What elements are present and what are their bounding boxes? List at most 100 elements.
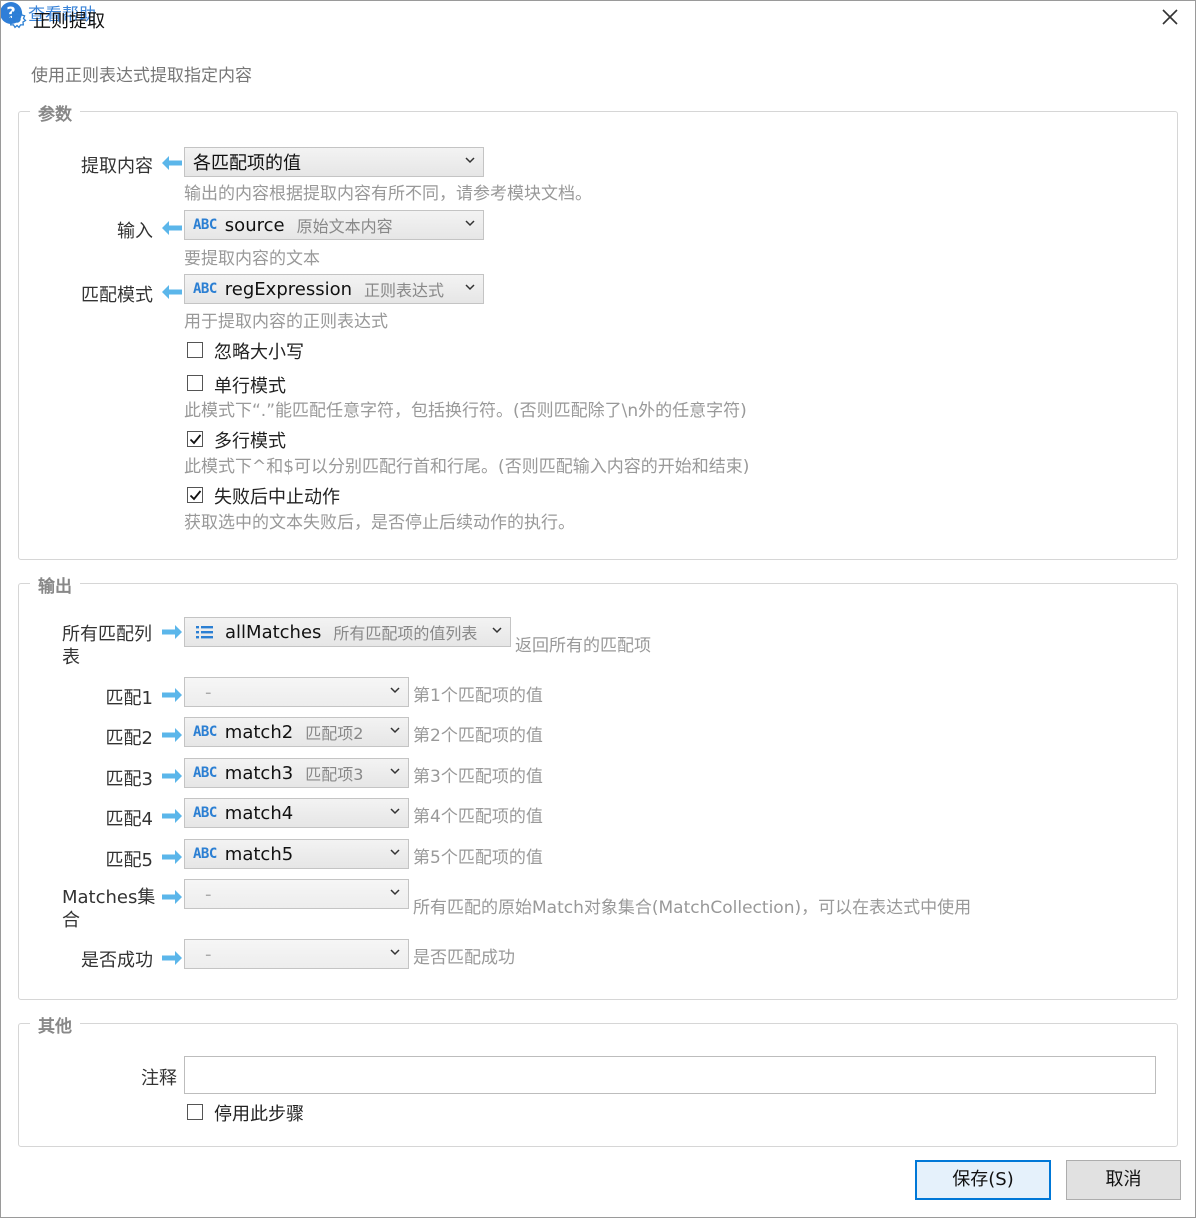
match2-select[interactable]: ABC match2 匹配项2 bbox=[184, 717, 409, 747]
extract-select[interactable]: 各匹配项的值 bbox=[184, 147, 484, 177]
matches-collection-select[interactable]: - bbox=[184, 879, 409, 909]
ignore-case-label: 忽略大小写 bbox=[214, 342, 304, 363]
input-arrow-icon bbox=[162, 285, 182, 299]
success-value: - bbox=[205, 943, 212, 965]
text-type-icon: ABC bbox=[193, 805, 217, 821]
dialog-subtitle: 使用正则表达式提取指定内容 bbox=[31, 66, 252, 86]
params-group-title: 参数 bbox=[30, 100, 80, 125]
stop-on-fail-hint: 获取选中的文本失败后，是否停止后续动作的执行。 bbox=[184, 513, 575, 533]
output-arrow-icon bbox=[162, 890, 182, 904]
chevron-down-icon bbox=[390, 727, 400, 734]
success-hint: 是否匹配成功 bbox=[413, 948, 515, 968]
text-type-icon: ABC bbox=[193, 724, 217, 740]
extract-label: 提取内容 bbox=[81, 156, 153, 177]
match5-label: 匹配5 bbox=[105, 850, 153, 871]
chevron-down-icon bbox=[465, 284, 475, 291]
chevron-down-icon bbox=[390, 808, 400, 815]
window-title: 正则提取 bbox=[33, 11, 105, 32]
chevron-down-icon bbox=[390, 949, 400, 956]
pattern-variable-desc: 正则表达式 bbox=[364, 281, 445, 300]
match1-select[interactable]: - bbox=[184, 677, 409, 707]
extract-select-value: 各匹配项的值 bbox=[193, 153, 301, 174]
multi-line-label: 多行模式 bbox=[214, 431, 286, 452]
note-label: 注释 bbox=[141, 1068, 177, 1089]
pattern-label: 匹配模式 bbox=[81, 285, 153, 306]
single-line-label: 单行模式 bbox=[214, 376, 286, 397]
checkmark-icon bbox=[189, 490, 202, 501]
save-button[interactable]: 保存(S) bbox=[915, 1160, 1051, 1200]
all-matches-label: 所有匹配列表 bbox=[62, 624, 152, 668]
chevron-down-icon bbox=[465, 220, 475, 227]
stop-on-fail-label: 失败后中止动作 bbox=[214, 487, 340, 508]
chevron-down-icon bbox=[390, 849, 400, 856]
text-type-icon: ABC bbox=[193, 765, 217, 781]
success-select[interactable]: - bbox=[184, 939, 409, 969]
match1-label: 匹配1 bbox=[105, 688, 153, 709]
match4-value: match4 bbox=[224, 802, 294, 824]
list-icon bbox=[196, 626, 213, 639]
output-arrow-icon bbox=[162, 688, 182, 702]
matches-collection-hint: 所有匹配的原始Match对象集合(MatchCollection)，可以在表达式… bbox=[413, 898, 972, 918]
output-arrow-icon bbox=[162, 728, 182, 742]
chevron-down-icon bbox=[390, 687, 400, 694]
close-button[interactable] bbox=[1158, 4, 1182, 30]
match1-value: - bbox=[205, 681, 212, 703]
ignore-case-checkbox[interactable] bbox=[187, 342, 203, 358]
match5-hint: 第5个匹配项的值 bbox=[413, 848, 543, 868]
match4-select[interactable]: ABC match4 bbox=[184, 798, 409, 828]
match3-label: 匹配3 bbox=[105, 769, 153, 790]
match3-value: match3 bbox=[224, 762, 294, 784]
match2-label: 匹配2 bbox=[105, 728, 153, 749]
cancel-button[interactable]: 取消 bbox=[1066, 1160, 1181, 1200]
pattern-variable-select[interactable]: ABC regExpression 正则表达式 bbox=[184, 274, 484, 304]
text-type-icon: ABC bbox=[193, 281, 217, 297]
input-hint: 要提取内容的文本 bbox=[184, 249, 320, 269]
note-input[interactable] bbox=[184, 1056, 1156, 1094]
output-arrow-icon bbox=[162, 625, 182, 639]
output-group-title: 输出 bbox=[30, 572, 80, 597]
text-type-icon: ABC bbox=[193, 846, 217, 862]
input-label: 输入 bbox=[117, 221, 153, 242]
output-arrow-icon bbox=[162, 850, 182, 864]
all-matches-desc: 所有匹配项的值列表 bbox=[333, 624, 478, 643]
match5-select[interactable]: ABC match5 bbox=[184, 839, 409, 869]
matches-collection-value: - bbox=[205, 883, 212, 905]
multi-line-checkbox[interactable] bbox=[187, 431, 203, 447]
all-matches-value: allMatches bbox=[225, 621, 322, 643]
input-variable-select[interactable]: ABC source 原始文本内容 bbox=[184, 210, 484, 240]
match3-desc: 匹配项3 bbox=[305, 765, 364, 784]
match2-value: match2 bbox=[224, 721, 294, 743]
checkmark-icon bbox=[189, 434, 202, 445]
chevron-down-icon bbox=[390, 889, 400, 896]
pattern-hint: 用于提取内容的正则表达式 bbox=[184, 312, 388, 332]
input-variable-desc: 原始文本内容 bbox=[296, 217, 393, 236]
disable-step-checkbox[interactable] bbox=[187, 1104, 203, 1120]
text-type-icon: ABC bbox=[193, 217, 217, 233]
settings-gear-icon bbox=[7, 9, 27, 29]
output-arrow-icon bbox=[162, 769, 182, 783]
output-arrow-icon bbox=[162, 809, 182, 823]
match5-value: match5 bbox=[224, 843, 294, 865]
match1-hint: 第1个匹配项的值 bbox=[413, 686, 543, 706]
input-arrow-icon bbox=[162, 221, 182, 235]
stop-on-fail-checkbox[interactable] bbox=[187, 487, 203, 503]
match3-select[interactable]: ABC match3 匹配项3 bbox=[184, 758, 409, 788]
chevron-down-icon bbox=[390, 768, 400, 775]
match2-hint: 第2个匹配项的值 bbox=[413, 726, 543, 746]
chevron-down-icon bbox=[492, 627, 502, 634]
single-line-hint: 此模式下“.”能匹配任意字符，包括换行符。(否则匹配除了\n外的任意字符) bbox=[184, 401, 747, 421]
success-label: 是否成功 bbox=[81, 950, 153, 971]
extract-hint: 输出的内容根据提取内容有所不同，请参考模块文档。 bbox=[184, 184, 592, 204]
matches-collection-label: Matches集合 bbox=[62, 887, 156, 931]
other-group-title: 其他 bbox=[30, 1012, 80, 1037]
all-matches-select[interactable]: allMatches 所有匹配项的值列表 bbox=[184, 617, 511, 647]
pattern-variable-value: regExpression bbox=[224, 278, 353, 300]
input-variable-value: source bbox=[224, 214, 285, 236]
single-line-checkbox[interactable] bbox=[187, 375, 203, 391]
close-icon bbox=[1162, 9, 1178, 25]
input-arrow-icon bbox=[162, 156, 182, 170]
multi-line-hint: 此模式下^和$可以分别匹配行首和行尾。(否则匹配输入内容的开始和结束) bbox=[184, 457, 750, 477]
output-arrow-icon bbox=[162, 951, 182, 965]
match4-hint: 第4个匹配项的值 bbox=[413, 807, 543, 827]
match2-desc: 匹配项2 bbox=[305, 724, 364, 743]
